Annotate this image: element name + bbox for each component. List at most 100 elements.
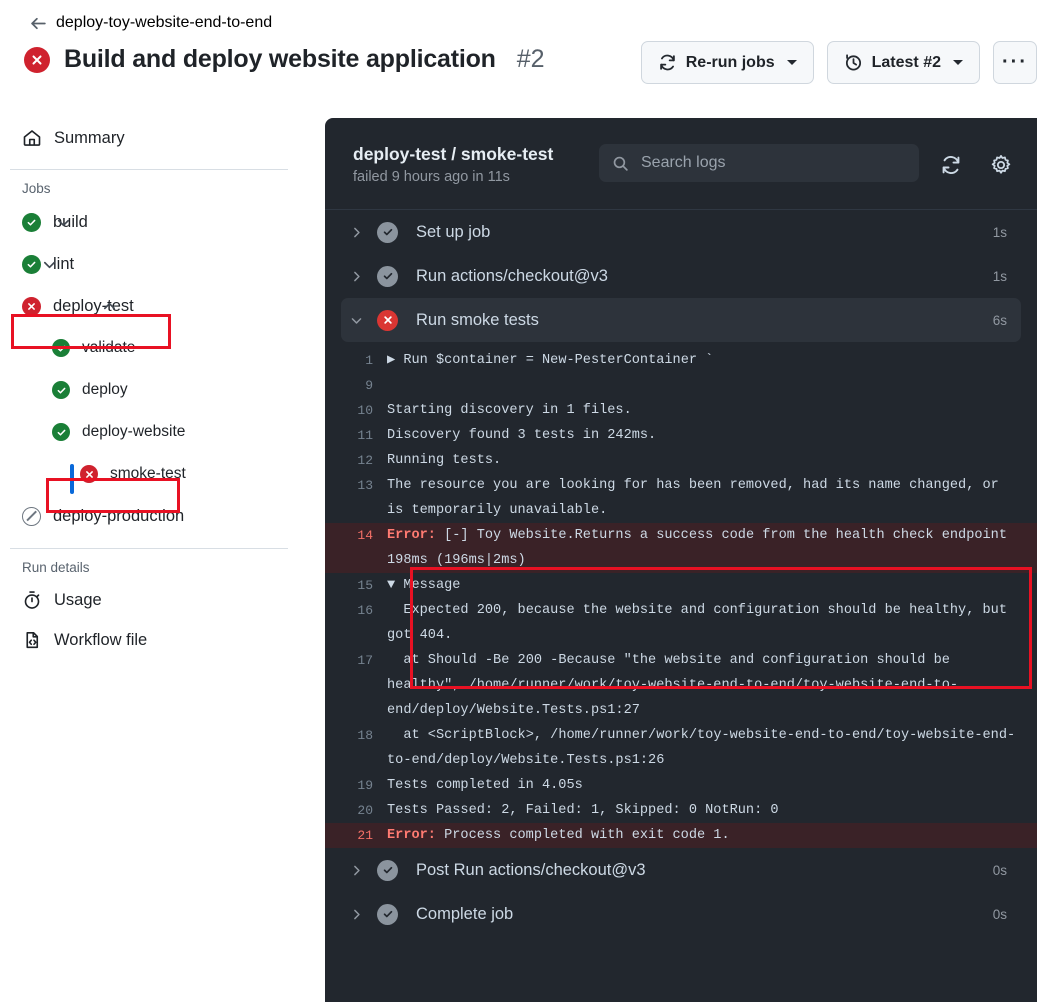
stopwatch-icon [24, 591, 40, 609]
jobs-heading: Jobs [22, 181, 51, 196]
sidebar-item-workflow-file[interactable]: Workflow file [0, 620, 310, 660]
log-line-text: Tests completed in 4.05s [387, 778, 583, 793]
log-line: 10 Starting discovery in 1 files. [325, 398, 1037, 423]
search-icon [613, 156, 628, 171]
github-actions-run-page: deploy-toy-website-end-to-end Build and … [0, 0, 1037, 1002]
selected-indicator-bar [70, 464, 74, 494]
header-actions: Re-run jobs Latest #2 ··· [640, 41, 1037, 84]
sidebar-item-label: Summary [54, 128, 125, 147]
log-line-number: 9 [365, 378, 373, 393]
log-line: 17 at Should -Be 200 -Because "the websi… [325, 648, 1037, 723]
failed-icon [24, 46, 50, 73]
sidebar-job-label: deploy-test [53, 296, 134, 315]
log-line: 19 Tests completed in 4.05s [325, 773, 1037, 798]
chevron-down-icon[interactable] [786, 60, 797, 65]
chevron-down-icon[interactable] [953, 60, 963, 65]
step-label: Run actions/checkout@v3 [416, 266, 608, 285]
sidebar-item-summary[interactable]: Summary [0, 118, 310, 158]
log-line-text: Error: Process completed with exit code … [387, 828, 730, 843]
step-row[interactable]: Post Run actions/checkout@v3 0s [341, 848, 1021, 892]
sidebar-job-deploy[interactable]: deploy [0, 369, 310, 411]
log-line: 18 at <ScriptBlock>, /home/runner/work/t… [325, 723, 1037, 773]
success-icon [377, 859, 398, 881]
success-icon [377, 221, 398, 243]
success-icon [52, 339, 70, 357]
rerun-jobs-button[interactable]: Re-run jobs [640, 41, 814, 84]
sidebar-divider-2 [10, 548, 288, 549]
chevron-right-icon[interactable] [341, 908, 371, 921]
step-duration: 1s [992, 224, 1007, 240]
success-icon [377, 903, 398, 925]
breadcrumb[interactable]: deploy-toy-website-end-to-end [30, 14, 272, 32]
sidebar-job-build[interactable]: build [0, 201, 310, 243]
sidebar-item-usage[interactable]: Usage [0, 580, 310, 620]
log-line-text: Starting discovery in 1 files. [387, 403, 632, 418]
step-row[interactable]: Set up job 1s [341, 210, 1021, 254]
chevron-right-icon[interactable] [341, 226, 371, 239]
search-logs-box[interactable] [599, 144, 919, 182]
success-icon [52, 423, 70, 441]
latest-run-button[interactable]: Latest #2 [826, 41, 980, 84]
log-line: 15 ▼ Message [325, 573, 1037, 598]
chevron-down-icon[interactable] [42, 257, 57, 272]
chevron-down-icon[interactable] [341, 314, 371, 327]
log-line-text: at Should -Be 200 -Because "the website … [387, 653, 959, 718]
sidebar-job-deploy-production[interactable]: deploy-production [0, 495, 310, 537]
sidebar-job-label: deploy-website [82, 423, 186, 440]
log-line: 14 Error: [-] Toy Website.Returns a succe… [325, 523, 1037, 573]
log-line: 21 Error: Process completed with exit cod… [325, 823, 1037, 848]
log-line-number: 16 [357, 603, 373, 618]
log-job-subtitle: failed 9 hours ago in 11s [353, 169, 510, 185]
failed-icon [80, 465, 98, 483]
sidebar-job-validate[interactable]: validate [0, 327, 310, 369]
success-icon [52, 381, 70, 399]
log-job-title: deploy-test / smoke-test [353, 144, 554, 164]
steps-list: Set up job 1s Run actions/checkout@v3 1s Run… [325, 210, 1037, 936]
sidebar: Summary Jobs build lint deploy-test validat… [0, 118, 310, 660]
latest-run-label: Latest #2 [871, 53, 941, 71]
chevron-down-icon[interactable] [56, 215, 71, 230]
run-title-text: Build and deploy website application [64, 45, 496, 73]
breadcrumb-label[interactable]: deploy-toy-website-end-to-end [56, 14, 272, 32]
log-line-number: 10 [357, 403, 373, 418]
log-line-text: at <ScriptBlock>, /home/runner/work/toy-… [387, 728, 1016, 768]
step-label: Run smoke tests [416, 310, 539, 329]
search-logs-input[interactable] [639, 153, 906, 173]
sidebar-job-deploy-test[interactable]: deploy-test [0, 285, 310, 327]
step-label: Post Run actions/checkout@v3 [416, 860, 646, 879]
log-line: 20 Tests Passed: 2, Failed: 1, Skipped: 0… [325, 798, 1037, 823]
gear-icon[interactable] [990, 154, 1012, 176]
sidebar-job-lint[interactable]: lint [0, 243, 310, 285]
chevron-up-icon[interactable] [102, 299, 117, 314]
log-line: 9 [325, 373, 1037, 398]
sidebar-job-label: smoke-test [110, 465, 186, 482]
log-line-text: Tests Passed: 2, Failed: 1, Skipped: 0 N… [387, 803, 779, 818]
log-line-number: 15 [357, 578, 373, 593]
sync-icon [659, 54, 675, 71]
log-line-text: The resource you are looking for has bee… [387, 478, 1007, 518]
log-line-text [387, 373, 1037, 398]
step-row[interactable]: Complete job 0s [341, 892, 1021, 936]
step-duration: 6s [992, 312, 1007, 328]
log-line-number: 14 [357, 528, 373, 543]
refresh-icon[interactable] [940, 154, 962, 176]
more-options-button[interactable]: ··· [993, 41, 1037, 84]
log-line-text: ▶ Run $container = New-PesterContainer ` [387, 353, 714, 368]
chevron-right-icon[interactable] [341, 270, 371, 283]
log-line-text: ▼ Message [387, 578, 461, 593]
step-row[interactable]: Run smoke tests 6s [341, 298, 1021, 342]
run-details-heading: Run details [22, 560, 90, 575]
step-row[interactable]: Run actions/checkout@v3 1s [341, 254, 1021, 298]
rerun-jobs-label: Re-run jobs [685, 53, 775, 71]
sidebar-job-smoke-test[interactable]: smoke-test [0, 453, 310, 495]
success-icon [22, 254, 41, 274]
sidebar-job-deploy-website[interactable]: deploy-website [0, 411, 310, 453]
arrow-left-icon[interactable] [30, 15, 47, 32]
log-line: 11 Discovery found 3 tests in 242ms. [325, 423, 1037, 448]
workflow-file-icon [26, 631, 39, 649]
log-line: 12 Running tests. [325, 448, 1037, 473]
log-error-keyword: Error: [387, 828, 436, 843]
chevron-right-icon[interactable] [341, 864, 371, 877]
sidebar-job-label: validate [82, 339, 136, 356]
log-line-number: 19 [357, 778, 373, 793]
